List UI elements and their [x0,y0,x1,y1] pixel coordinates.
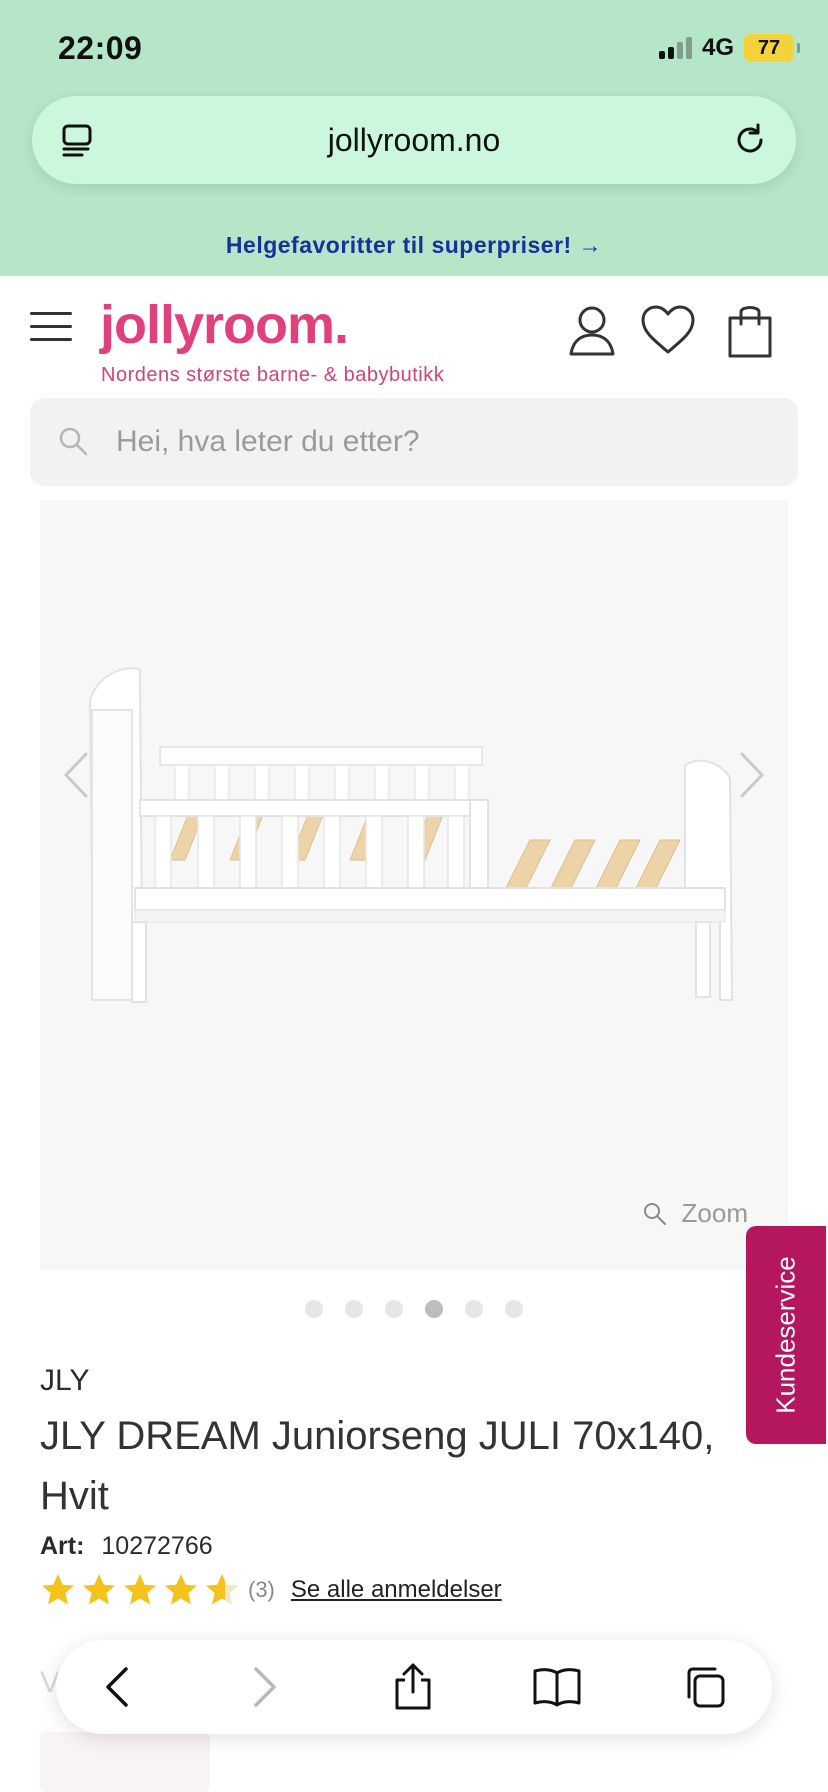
tabs-icon [687,1667,725,1708]
search-bar[interactable] [30,398,798,486]
star-half-icon [206,1574,238,1605]
gallery-dot[interactable] [465,1300,483,1318]
book-icon [533,1668,581,1707]
hamburger-icon[interactable] [30,312,72,342]
star-icon [42,1574,74,1605]
user-icon[interactable] [564,302,620,358]
product-image-gallery[interactable]: Zoom [40,500,788,1270]
gallery-dot[interactable] [345,1300,363,1318]
chevron-right-icon[interactable] [738,750,768,800]
article-value: 10272766 [101,1532,213,1560]
search-input[interactable] [116,420,756,464]
search-icon [59,427,88,456]
customer-service-label: Kundeservice [770,1256,801,1414]
url-bar[interactable]: jollyroom.no [32,96,796,184]
bookmarks-button[interactable] [532,1662,582,1712]
signal-icon [658,37,692,59]
faded-content-pill [40,1732,210,1792]
review-count: (3) [248,1577,275,1602]
site-tagline: Nordens største barne- & babybutikk [101,364,445,386]
share-button[interactable] [388,1662,438,1712]
reload-icon[interactable] [730,120,770,160]
gallery-pagination [0,1300,828,1318]
zoom-button[interactable]: Zoom [642,1198,748,1229]
gallery-dot[interactable] [305,1300,323,1318]
status-time: 22:09 [58,30,143,66]
chevron-left-icon[interactable] [60,750,90,800]
tabs-button[interactable] [680,1662,730,1712]
product-rating[interactable]: (3) Se alle anmeldelser [40,1572,502,1608]
customer-service-tab[interactable]: Kundeservice [746,1226,826,1444]
star-icon [124,1574,156,1605]
share-icon [395,1663,431,1710]
gallery-dot-active[interactable] [425,1300,443,1318]
site-logo[interactable]: jollyroom. [100,294,349,356]
network-type: 4G [701,34,734,61]
browser-top-chrome: 22:09 4G 77 jollyroom.no Helgefavoritter… [0,0,828,276]
zoom-label: Zoom [681,1198,748,1228]
chevron-right-icon [254,1667,276,1707]
zoom-icon [643,1202,666,1225]
promo-banner-link[interactable]: Helgefavoritter til superpriser! → [0,232,828,259]
heart-icon[interactable] [640,302,696,358]
status-indicators: 4G 77 [658,34,800,62]
battery-level: 77 [757,36,781,59]
product-image [88,667,734,1003]
product-brand[interactable]: JLY [40,1364,89,1398]
gallery-dot[interactable] [505,1300,523,1318]
star-icon [165,1574,197,1605]
star-icon [83,1574,115,1605]
gallery-dot[interactable] [385,1300,403,1318]
back-button[interactable] [92,1662,142,1712]
shopping-bag-icon[interactable] [722,302,778,358]
see-all-reviews-link[interactable]: Se alle anmeldelser [291,1576,502,1604]
battery-icon: 77 [744,34,800,62]
article-number: Art: 10272766 [40,1532,213,1561]
browser-toolbar [56,1640,772,1734]
chevron-left-icon [106,1667,128,1707]
article-label: Art: [40,1532,85,1560]
url-text[interactable]: jollyroom.no [32,122,796,159]
forward-button[interactable] [240,1662,290,1712]
product-title: JLY DREAM Juniorseng JULI 70x140, Hvit [40,1414,715,1518]
star-rating [40,1572,240,1608]
